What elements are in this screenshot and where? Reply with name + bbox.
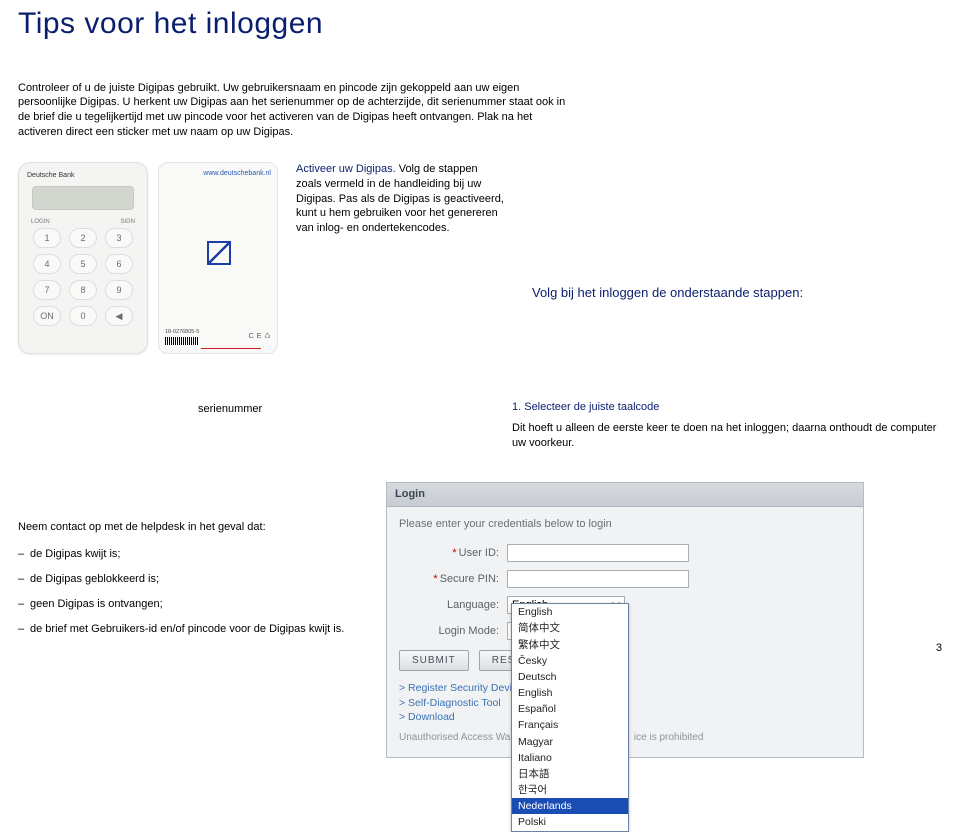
intro-paragraph: Controleer of u de juiste Digipas gebrui… bbox=[18, 81, 578, 140]
digipas-key-label-right: SIGN bbox=[120, 218, 135, 226]
barcode-icon bbox=[165, 337, 199, 345]
secure-pin-label-text: Secure PIN: bbox=[440, 573, 499, 585]
intro-block: Controleer of u de juiste Digipas gebrui… bbox=[18, 81, 578, 140]
helpdesk-item: de Digipas geblokkeerd is; bbox=[18, 572, 358, 587]
digipas-illustration: Deutsche Bank LOGIN SIGN 1 2 3 4 5 6 7 8 … bbox=[18, 162, 278, 354]
callout-line bbox=[201, 348, 261, 349]
page-number: 3 bbox=[936, 641, 942, 656]
helpdesk-item: de Digipas kwijt is; bbox=[18, 547, 358, 562]
digipas-key: 2 bbox=[69, 228, 97, 248]
digipas-key: ◀ bbox=[105, 306, 133, 326]
digipas-key: 6 bbox=[105, 254, 133, 274]
digipas-key: ON bbox=[33, 306, 61, 326]
page-title: Tips voor het inloggen bbox=[18, 4, 942, 45]
digipas-front: Deutsche Bank LOGIN SIGN 1 2 3 4 5 6 7 8 … bbox=[18, 162, 148, 354]
digipas-back: www.deutschebank.nl 18-0276805-5 C E ♺ bbox=[158, 162, 278, 354]
serial-callout-label: serienummer bbox=[198, 400, 268, 417]
language-option[interactable]: Magyar bbox=[512, 734, 628, 750]
step1-heading: 1. Selecteer de juiste taalcode bbox=[512, 400, 942, 415]
login-warning-a: Unauthorised Access Wa bbox=[399, 732, 510, 743]
user-id-label-text: User ID: bbox=[459, 547, 499, 559]
login-panel: Login Please enter your credentials belo… bbox=[386, 482, 864, 757]
activate-text: Activeer uw Digipas. Volg de stappen zoa… bbox=[296, 162, 504, 236]
helpdesk-block: Neem contact op met de helpdesk in het g… bbox=[18, 482, 358, 757]
steps-heading: Volg bij het inloggen de onderstaande st… bbox=[532, 284, 942, 302]
digipas-keypad: 1 2 3 4 5 6 7 8 9 ON 0 ◀ bbox=[27, 228, 139, 326]
digipas-key: 5 bbox=[69, 254, 97, 274]
language-option[interactable]: 繁体中文 bbox=[512, 637, 628, 653]
language-option[interactable]: 简体中文 bbox=[512, 620, 628, 636]
activate-block: Activeer uw Digipas. Volg de stappen zoa… bbox=[296, 162, 504, 354]
digipas-key: 4 bbox=[33, 254, 61, 274]
language-option[interactable]: Español bbox=[512, 701, 628, 717]
login-mode-label: Login Mode: bbox=[399, 624, 507, 639]
language-option[interactable]: 한국어 bbox=[512, 782, 628, 798]
language-option[interactable]: English bbox=[512, 604, 628, 620]
login-warning-b: ice is prohibited bbox=[634, 732, 703, 743]
step1-body: Dit hoeft u alleen de eerste keer te doe… bbox=[512, 421, 942, 451]
digipas-url: www.deutschebank.nl bbox=[203, 169, 271, 178]
digipas-brand: Deutsche Bank bbox=[27, 171, 139, 180]
serial-number-block: 18-0276805-5 bbox=[165, 329, 199, 344]
activate-lead: Activeer uw Digipas. bbox=[296, 163, 396, 175]
db-logo-icon bbox=[207, 241, 231, 265]
login-hint: Please enter your credentials below to l… bbox=[399, 517, 851, 532]
digipas-key-label-left: LOGIN bbox=[31, 218, 50, 226]
user-id-label: *User ID: bbox=[399, 546, 507, 561]
language-option[interactable]: Italiano bbox=[512, 750, 628, 766]
secure-pin-input[interactable] bbox=[507, 570, 689, 588]
digipas-key: 7 bbox=[33, 280, 61, 300]
digipas-screen bbox=[32, 186, 134, 210]
language-option[interactable]: 日本語 bbox=[512, 766, 628, 782]
user-id-input[interactable] bbox=[507, 544, 689, 562]
helpdesk-item: geen Digipas is ontvangen; bbox=[18, 597, 358, 612]
digipas-key: 1 bbox=[33, 228, 61, 248]
language-option[interactable]: Nederlands bbox=[512, 798, 628, 814]
digipas-key: 0 bbox=[69, 306, 97, 326]
language-label: Language: bbox=[399, 598, 507, 613]
language-option[interactable]: Français bbox=[512, 717, 628, 733]
language-option[interactable]: Deutsch bbox=[512, 669, 628, 685]
digipas-key: 8 bbox=[69, 280, 97, 300]
language-option[interactable]: Polski bbox=[512, 814, 628, 830]
digipas-key: 3 bbox=[105, 228, 133, 248]
helpdesk-item: de brief met Gebruikers-id en/of pincode… bbox=[18, 622, 358, 637]
serial-number-text: 18-0276805-5 bbox=[165, 329, 199, 336]
language-option[interactable]: English bbox=[512, 685, 628, 701]
login-panel-title: Login bbox=[387, 483, 863, 507]
helpdesk-intro: Neem contact op met de helpdesk in het g… bbox=[18, 520, 358, 535]
digipas-key: 9 bbox=[105, 280, 133, 300]
language-option[interactable]: Česky bbox=[512, 653, 628, 669]
language-dropdown-list[interactable]: English简体中文繁体中文ČeskyDeutschEnglishEspaño… bbox=[511, 603, 629, 831]
ce-mark: C E ♺ bbox=[249, 332, 271, 341]
secure-pin-label: *Secure PIN: bbox=[399, 572, 507, 587]
submit-button[interactable]: SUBMIT bbox=[399, 650, 469, 671]
